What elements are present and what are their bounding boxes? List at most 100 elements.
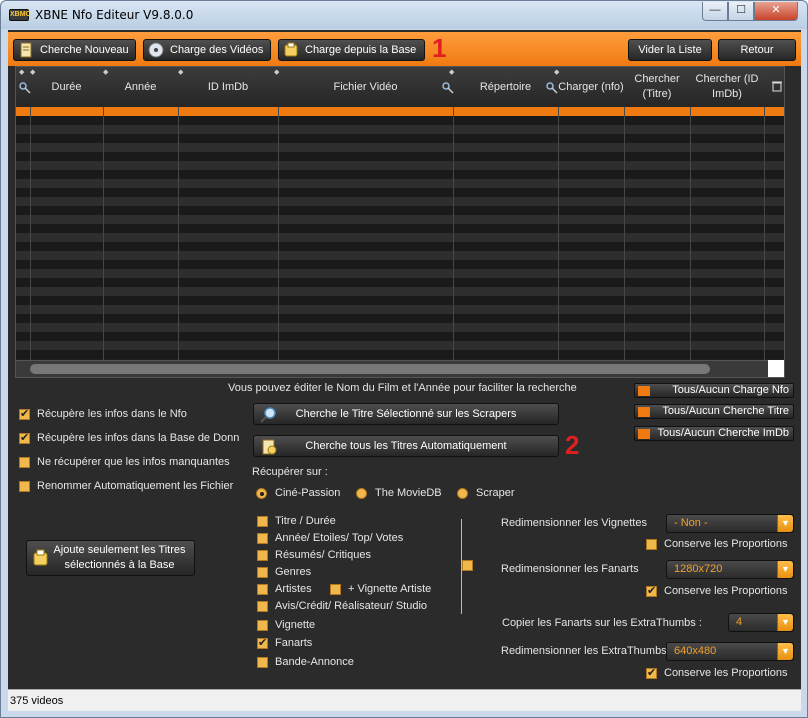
option-checkbox[interactable]: Récupère les infos dans la Base de Donn <box>19 431 239 444</box>
horizontal-scrollbar[interactable] <box>16 360 768 377</box>
field-checkbox[interactable]: Vignette <box>257 619 315 631</box>
database-add-icon <box>33 549 48 566</box>
redim-vignettes-select[interactable]: - Non - ▼ <box>666 514 794 533</box>
field-checkbox[interactable]: Genres <box>257 566 311 578</box>
charge-videos-button[interactable]: Charge des Vidéos <box>143 39 271 61</box>
scrollbar-thumb[interactable] <box>30 364 710 374</box>
retour-button[interactable]: Retour <box>718 39 796 61</box>
ajoute-titres-button[interactable]: Ajoute seulement les Titres sélectionnés… <box>26 540 195 576</box>
table-row[interactable] <box>16 269 784 278</box>
table-row[interactable] <box>16 242 784 251</box>
table-row[interactable] <box>16 197 784 206</box>
redim-fanarts-select[interactable]: 1280x720 ▼ <box>666 560 794 579</box>
radio-cine-passion[interactable]: Ciné-Passion <box>256 487 340 499</box>
table-row[interactable] <box>16 251 784 260</box>
check-conserve-2[interactable]: Conserve les Proportions <box>646 584 788 597</box>
col-annee[interactable]: Année <box>103 67 178 107</box>
table-row[interactable] <box>16 215 784 224</box>
field-checkbox[interactable]: Avis/Crédit/ Réalisateur/ Studio <box>257 600 427 612</box>
window-title: XBNE Nfo Editeur V9.8.0.0 <box>35 8 194 22</box>
table-row[interactable] <box>16 188 784 197</box>
charge-base-button[interactable]: Charge depuis la Base <box>278 39 425 61</box>
checkbox <box>19 431 30 444</box>
table-row[interactable] <box>16 314 784 323</box>
check-vignette-artiste[interactable]: + Vignette Artiste <box>330 583 431 595</box>
option-checkbox[interactable]: Ne récupérer que les infos manquantes <box>19 456 230 468</box>
col-charger-nfo[interactable]: Charger (nfo) <box>558 67 624 107</box>
field-checkbox[interactable]: Fanarts <box>257 636 313 649</box>
check-conserve-1[interactable]: Conserve les Proportions <box>646 538 788 550</box>
scroll-corner <box>768 360 784 377</box>
field-checkbox[interactable]: Titre / Durée <box>257 515 336 527</box>
table-row[interactable] <box>16 224 784 233</box>
col-divider <box>690 107 691 360</box>
checkbox-all-fields[interactable] <box>462 560 473 571</box>
table-row[interactable] <box>16 143 784 152</box>
check-conserve-3[interactable]: Conserve les Proportions <box>646 666 788 679</box>
video-grid[interactable]: Durée Année ID ImDb Fichier Vidéo Répert… <box>15 66 785 378</box>
chevron-down-icon: ▼ <box>777 643 793 660</box>
cherche-nouveau-button[interactable]: Cherche Nouveau <box>13 39 136 61</box>
field-label: Titre / Durée <box>275 515 336 527</box>
table-row[interactable] <box>16 125 784 134</box>
col-repertoire[interactable]: Répertoire <box>453 67 558 107</box>
radio-themoviedb[interactable]: The MovieDB <box>356 487 442 499</box>
info-text: Vous pouvez éditer le Nom du Film et l'A… <box>228 382 577 394</box>
col-divider <box>624 107 625 360</box>
table-row[interactable] <box>16 134 784 143</box>
col-id-imdb[interactable]: ID ImDb <box>178 67 278 107</box>
sort-icon: ◆ <box>30 69 36 76</box>
chevron-down-icon: ▼ <box>777 614 793 631</box>
cherche-tous-label: Cherche tous les Titres Automatiquement <box>305 440 507 452</box>
table-row[interactable] <box>16 170 784 179</box>
toggle-charge-nfo[interactable]: Tous/Aucun Charge Nfo <box>634 383 794 398</box>
col-fichier-video[interactable]: Fichier Vidéo <box>278 67 453 107</box>
toggle-cherche-titre[interactable]: Tous/Aucun Cherche Titre <box>634 404 794 419</box>
table-row[interactable] <box>16 116 784 125</box>
option-checkbox[interactable]: Récupère les infos dans le Nfo <box>19 407 187 420</box>
copier-fanarts-select[interactable]: 4 ▼ <box>728 613 794 632</box>
toolbar: Cherche Nouveau Charge des Vidéos Charge… <box>8 32 801 66</box>
trash-icon[interactable] <box>771 80 783 92</box>
table-row[interactable] <box>16 332 784 341</box>
col-divider <box>278 107 279 360</box>
redim-extra-select[interactable]: 640x480 ▼ <box>666 642 794 661</box>
search-icon[interactable] <box>546 82 558 94</box>
minimize-button[interactable]: — <box>702 2 728 21</box>
table-row[interactable] <box>16 305 784 314</box>
status-bar: 375 videos <box>8 689 801 711</box>
table-row[interactable] <box>16 179 784 188</box>
toggle-cherche-imdb[interactable]: Tous/Aucun Cherche ImDb <box>634 426 794 441</box>
field-checkbox[interactable]: Résumés/ Critiques <box>257 549 371 561</box>
field-checkbox[interactable]: Année/ Etoiles/ Top/ Votes <box>257 532 403 544</box>
table-row[interactable] <box>16 341 784 350</box>
field-checkbox[interactable]: Artistes <box>257 583 312 595</box>
col-duree[interactable]: Durée <box>30 67 103 107</box>
radio-scraper[interactable]: Scraper <box>457 487 515 499</box>
close-button[interactable]: ✕ <box>754 2 798 21</box>
col-chercher-titre[interactable]: Chercher (Titre) <box>624 67 690 107</box>
vider-liste-button[interactable]: Vider la Liste <box>628 39 712 61</box>
table-row[interactable] <box>16 107 784 116</box>
table-row[interactable] <box>16 287 784 296</box>
option-checkbox[interactable]: Renommer Automatiquement les Fichier <box>19 480 233 492</box>
field-label: Fanarts <box>275 637 313 649</box>
table-row[interactable] <box>16 206 784 215</box>
table-row[interactable] <box>16 296 784 305</box>
new-search-icon <box>20 42 32 58</box>
table-row[interactable] <box>16 323 784 332</box>
table-row[interactable] <box>16 161 784 170</box>
field-checkbox[interactable]: Bande-Annonce <box>257 656 354 668</box>
col-divider <box>453 107 454 360</box>
cherche-tous-button[interactable]: Cherche tous les Titres Automatiquement <box>253 435 559 457</box>
table-row[interactable] <box>16 278 784 287</box>
app-icon: XBMC <box>9 9 31 21</box>
checkbox <box>257 636 268 649</box>
table-row[interactable] <box>16 350 784 359</box>
maximize-button[interactable]: ☐ <box>728 2 754 21</box>
table-row[interactable] <box>16 233 784 242</box>
table-row[interactable] <box>16 152 784 161</box>
cherche-titre-button[interactable]: Cherche le Titre Sélectionné sur les Scr… <box>253 403 559 425</box>
col-chercher-id-imdb[interactable]: Chercher (ID ImDb) <box>690 67 764 107</box>
table-row[interactable] <box>16 260 784 269</box>
